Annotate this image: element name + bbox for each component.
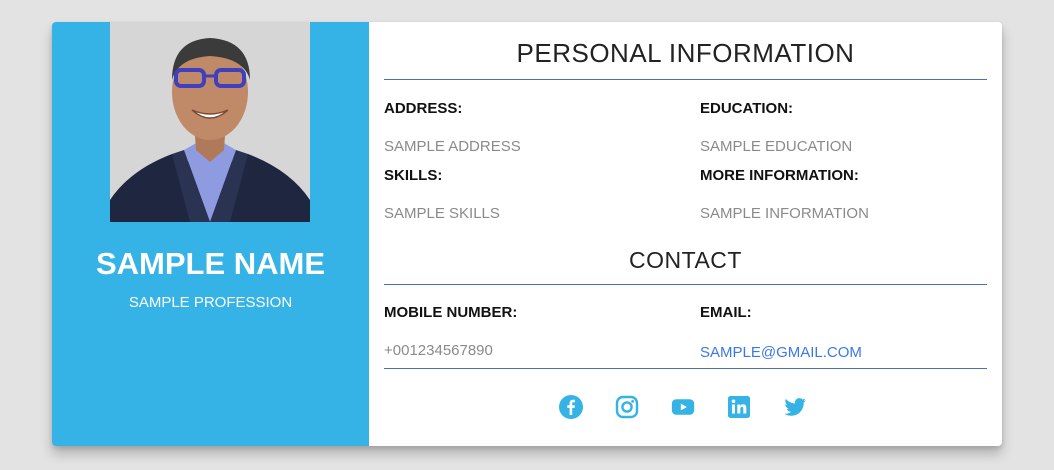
profile-card: SAMPLE NAME SAMPLE PROFESSION PERSONAL I… — [52, 22, 1002, 446]
profile-name: SAMPLE NAME — [95, 246, 326, 281]
personal-information-divider — [384, 79, 987, 80]
youtube-icon[interactable] — [671, 395, 695, 419]
instagram-icon[interactable] — [615, 395, 639, 419]
profile-photo — [110, 22, 310, 222]
contact-title: CONTACT — [629, 247, 742, 273]
contact-bottom-divider — [384, 368, 987, 369]
more-information-label: MORE INFORMATION: — [700, 167, 859, 184]
personal-information-title: PERSONAL INFORMATION — [516, 38, 855, 68]
social-links — [559, 394, 807, 420]
mobile-number-label: MOBILE NUMBER: — [384, 304, 518, 321]
contact-divider — [384, 284, 987, 285]
skills-value: SAMPLE SKILLS — [384, 205, 500, 222]
mobile-number-value: +001234567890 — [384, 342, 493, 359]
email-label: EMAIL: — [700, 304, 752, 321]
education-label: EDUCATION: — [700, 100, 794, 117]
education-value: SAMPLE EDUCATION — [700, 138, 853, 155]
address-value: SAMPLE ADDRESS — [384, 138, 521, 155]
twitter-icon[interactable] — [783, 395, 807, 419]
linkedin-icon[interactable] — [727, 395, 751, 419]
more-information-value: SAMPLE INFORMATION — [700, 205, 869, 222]
profile-sidebar: SAMPLE NAME SAMPLE PROFESSION — [52, 22, 369, 446]
skills-label: SKILLS: — [384, 167, 443, 184]
facebook-icon[interactable] — [559, 395, 583, 419]
profile-profession: SAMPLE PROFESSION — [128, 294, 293, 311]
email-link[interactable]: SAMPLE@GMAIL.COM — [700, 344, 862, 361]
profile-details: PERSONAL INFORMATION ADDRESS: SAMPLE ADD… — [369, 22, 1002, 446]
address-label: ADDRESS: — [384, 100, 463, 117]
